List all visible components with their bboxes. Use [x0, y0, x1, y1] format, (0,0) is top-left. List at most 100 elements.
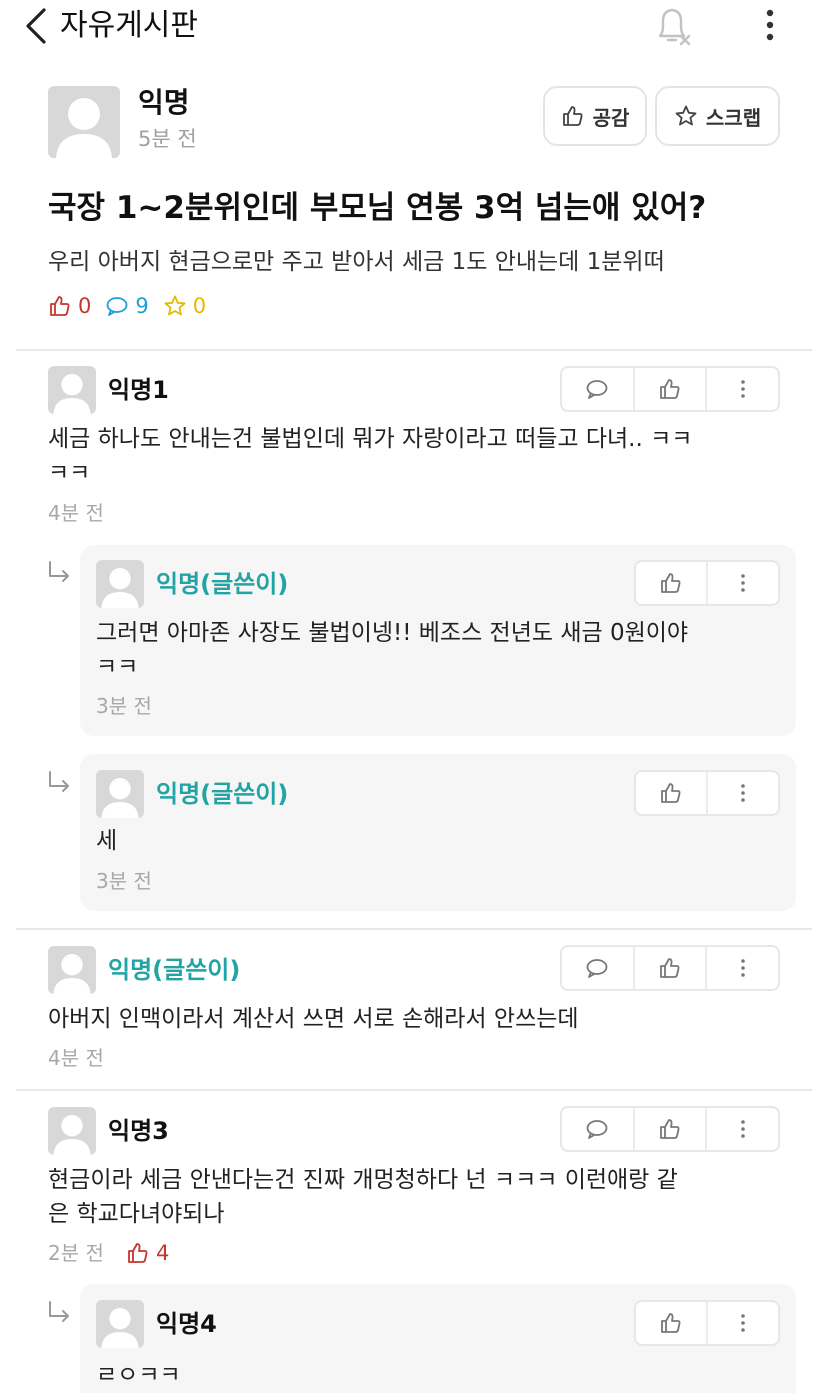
- star-icon: [164, 295, 186, 316]
- post-title: 국장 1~2분위인데 부모님 연봉 3억 넘는애 있어?: [48, 190, 707, 226]
- scrap-count-value: 0: [192, 294, 207, 318]
- comment-text: 현금이라 세금 안낸다는건 진짜 개멍청하다 넌 ㅋㅋㅋ 이런애랑 같: [48, 1167, 678, 1193]
- reply-author: 익명4: [156, 1310, 217, 1338]
- thumbs-up-icon: [562, 106, 583, 126]
- thumbs-up-icon: [661, 1313, 681, 1333]
- comment-time: 2분 전: [48, 1241, 104, 1265]
- default-avatar-icon: [53, 1115, 91, 1155]
- scrap-button-label: 스크랩: [705, 105, 762, 130]
- comment-count-value: 9: [135, 294, 149, 318]
- board-title: 자유게시판: [60, 8, 198, 43]
- avatar: [48, 366, 96, 414]
- reply-like-button[interactable]: [636, 772, 706, 814]
- divider: [16, 349, 812, 351]
- reply-arrow-icon: [49, 1301, 69, 1322]
- more-menu-button[interactable]: [756, 6, 784, 44]
- scrap-count: 0: [163, 294, 206, 318]
- comment-author: 익명3: [108, 1117, 169, 1145]
- thumbs-up-icon: [660, 379, 680, 399]
- like-button-label: 공감: [592, 105, 630, 130]
- reply-text: ㅋㅋ: [96, 654, 139, 680]
- reply-button[interactable]: [562, 947, 633, 989]
- default-avatar-icon: [101, 1308, 139, 1348]
- comment-author: 익명1: [108, 376, 169, 404]
- comment-more-button[interactable]: [705, 368, 778, 410]
- reply-more-button[interactable]: [706, 772, 778, 814]
- comment-actions: [560, 945, 780, 991]
- comment-time: 4분 전: [48, 501, 104, 525]
- reply-actions: [634, 1300, 780, 1346]
- speech-bubble-icon: [106, 297, 128, 316]
- comment-text: 세금 하나도 안내는건 불법인데 뭐가 자랑이라고 떠들고 다녀.. ㅋㅋ: [48, 426, 693, 452]
- post-time: 5분 전: [138, 127, 197, 151]
- thumbs-up-icon: [661, 783, 681, 803]
- reply-arrow-icon: [49, 771, 69, 792]
- top-bar: 자유게시판: [0, 0, 828, 56]
- reply-like-button[interactable]: [636, 562, 706, 604]
- thumbs-up-icon: [50, 296, 70, 316]
- reply-more-button[interactable]: [706, 1302, 778, 1344]
- reply-actions: [634, 770, 780, 816]
- default-avatar-icon: [101, 568, 139, 608]
- thumbs-up-icon: [661, 573, 681, 593]
- comment-like-button[interactable]: [632, 947, 706, 989]
- comment-more-button[interactable]: [705, 1108, 778, 1150]
- default-avatar-icon: [101, 778, 139, 818]
- post-stats: 0 9 0: [48, 290, 220, 322]
- comment-like-button[interactable]: [632, 368, 706, 410]
- star-icon: [675, 105, 697, 126]
- thumbs-up-icon: [660, 958, 680, 978]
- like-count-value: 0: [78, 294, 92, 318]
- thumbs-up-icon: [128, 1243, 148, 1263]
- kebab-menu-icon: [741, 784, 745, 802]
- kebab-menu-icon: [740, 1120, 745, 1138]
- kebab-menu-icon: [741, 574, 745, 592]
- reply-more-button[interactable]: [706, 562, 778, 604]
- reply-author: 익명(글쓴이): [156, 780, 289, 808]
- comment-more-button[interactable]: [705, 947, 778, 989]
- notification-toggle-button[interactable]: [652, 4, 694, 48]
- reply-time: 3분 전: [96, 869, 152, 893]
- comment-count: 9: [105, 294, 149, 318]
- comment-time: 4분 전: [48, 1046, 104, 1070]
- avatar: [96, 1300, 144, 1348]
- back-button[interactable]: [20, 6, 54, 46]
- comment-like-count-value: 4: [156, 1241, 170, 1265]
- kebab-menu-icon: [740, 959, 745, 977]
- reply-text: 그러면 아마존 사장도 불법이넹!! 베조스 전년도 새금 0원이야: [96, 620, 689, 646]
- kebab-menu-icon: [741, 1314, 745, 1332]
- like-count: 0: [48, 294, 91, 318]
- divider: [16, 1089, 812, 1091]
- like-button[interactable]: 공감: [543, 86, 647, 146]
- comment-text: 아버지 인맥이라서 계산서 쓰면 서로 손해라서 안쓰는데: [48, 1006, 579, 1032]
- avatar: [48, 1107, 96, 1155]
- reply-time: 3분 전: [96, 694, 152, 718]
- kebab-menu-icon: [740, 380, 745, 398]
- bell-off-icon: [658, 8, 691, 46]
- comment-actions: [560, 1106, 780, 1152]
- scrap-button[interactable]: 스크랩: [655, 86, 780, 146]
- avatar: [96, 770, 144, 818]
- reply-actions: [634, 560, 780, 606]
- reply-arrow-icon: [49, 561, 69, 582]
- reply-text: 세: [96, 828, 118, 854]
- avatar: [96, 560, 144, 608]
- comment-like-count: 4: [126, 1238, 169, 1268]
- chevron-left-icon: [26, 8, 46, 44]
- post-body: 우리 아버지 현금으로만 주고 받아서 세금 1도 안내는데 1분위떠: [48, 249, 665, 275]
- default-avatar-icon: [53, 374, 91, 414]
- kebab-menu-icon: [766, 9, 774, 41]
- reply-button[interactable]: [562, 1108, 633, 1150]
- default-avatar-icon: [56, 98, 112, 158]
- comment-actions: [560, 366, 780, 412]
- reply-author: 익명(글쓴이): [156, 570, 289, 598]
- comment-text: 은 학교다녀야되나: [48, 1201, 225, 1227]
- reply-button[interactable]: [562, 368, 633, 410]
- default-avatar-icon: [53, 954, 91, 994]
- speech-bubble-icon: [586, 380, 608, 399]
- comment-like-button[interactable]: [632, 1108, 706, 1150]
- comment-author: 익명(글쓴이): [108, 956, 241, 984]
- comment-text: ㅋㅋ: [48, 460, 91, 486]
- thumbs-up-icon: [660, 1119, 680, 1139]
- reply-like-button[interactable]: [636, 1302, 706, 1344]
